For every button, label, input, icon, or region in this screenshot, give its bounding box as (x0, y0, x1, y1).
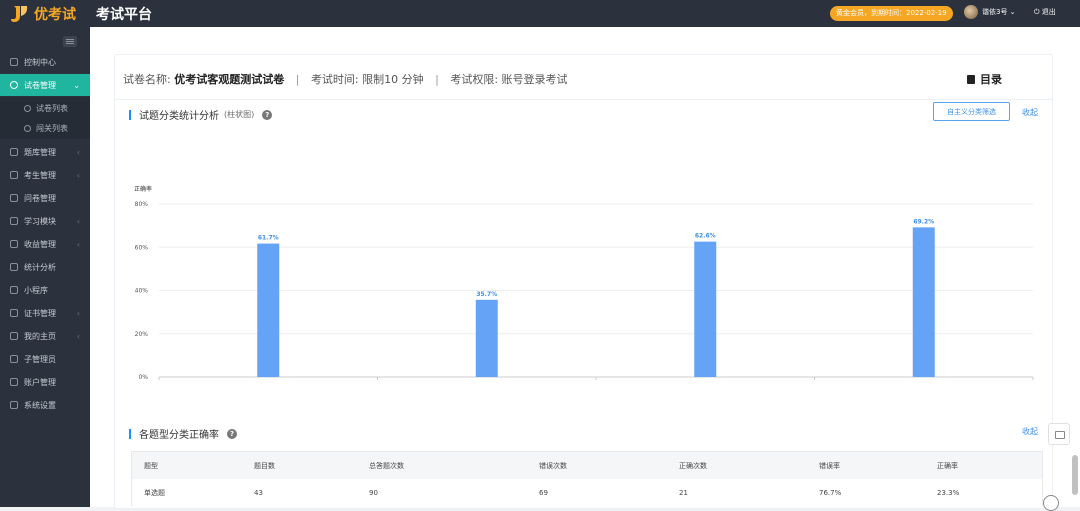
chevron-left-icon: ‹ (76, 147, 80, 157)
accuracy-table: 题型 题目数 总答题次数 错误次数 正确次数 错误率 正确率 单选题 43 90… (131, 451, 1043, 506)
sidebar-item-control[interactable]: 控制中心 (0, 51, 90, 73)
sidebar-item-exams[interactable]: 试卷管理 ⌄ (0, 74, 90, 96)
y-tick-label: 20% (135, 331, 149, 338)
exam-name: 优考试客观题测试试卷 (174, 73, 285, 86)
sidebar-item-miniapp[interactable]: 小程序 (0, 279, 90, 301)
username: 谐依3号 ⌄ (982, 8, 1016, 16)
table-header: 题型 题目数 总答题次数 错误次数 正确次数 错误率 正确率 (132, 452, 1042, 479)
chevron-left-icon: ‹ (76, 239, 80, 249)
sidebar-item-revenue[interactable]: 收益管理 ‹ (0, 233, 90, 255)
money-icon (10, 240, 18, 248)
bar-chart: 正确率0%20%40%60%80%61.7%BL测试35.7%测试2562.6%… (134, 185, 1034, 380)
sidebar-item-homepage[interactable]: 我的主页 ‹ (0, 325, 90, 347)
logo-text: 优考试 (34, 7, 76, 23)
divider (115, 99, 1052, 100)
sidebar: 控制中心 试卷管理 ⌄ 试卷列表 闯关列表 题库管理 ‹ 考生管理 ‹ 问卷管理 学习… (0, 27, 90, 507)
data-label: 35.7% (476, 291, 497, 298)
sidebar-item-students[interactable]: 考生管理 ‹ (0, 164, 90, 186)
y-tick-label: 80% (135, 201, 149, 208)
sidebar-item-surveys[interactable]: 问卷管理 (0, 187, 90, 209)
gear-icon (10, 401, 18, 409)
chevron-left-icon: ‹ (76, 216, 80, 226)
y-tick-label: 60% (135, 244, 149, 251)
video-icon (10, 217, 18, 225)
exam-name-label: 试卷名称: (123, 73, 171, 86)
admin-icon (10, 355, 18, 363)
y-axis-title: 正确率 (134, 185, 152, 193)
certificate-icon (10, 309, 18, 317)
exam-info: 试卷名称: 优考试客观题测试试卷 | 考试时间: 限制10 分钟 | 考试权限:… (123, 73, 568, 86)
shuffle-icon (24, 124, 31, 132)
bar (694, 241, 717, 377)
home-icon (10, 58, 18, 66)
chevron-left-icon: ‹ (76, 308, 80, 318)
user-menu[interactable]: 谐依3号 ⌄ (964, 5, 1016, 19)
sidebar-item-certificates[interactable]: 证书管理 ‹ (0, 302, 90, 324)
exam-time: 考试时间: 限制10 分钟 (310, 73, 424, 86)
sidebar-item-sub-admins[interactable]: 子管理员 (0, 348, 90, 370)
survey-icon (10, 194, 18, 202)
avatar (964, 5, 978, 19)
sidebar-subitem-levels[interactable]: 闯关列表 (0, 117, 90, 139)
chevron-left-icon: ‹ (76, 170, 80, 180)
bar (475, 299, 498, 377)
circle-icon (24, 104, 31, 112)
sidebar-item-question-bank[interactable]: 题库管理 ‹ (0, 141, 90, 163)
logout-button[interactable]: ⏻ 退出 (1034, 7, 1056, 17)
sidebar-item-settings[interactable]: 系统设置 (0, 394, 90, 416)
logo[interactable]: 优考试 (10, 3, 76, 25)
bar (257, 243, 280, 377)
logo-icon (10, 4, 30, 24)
vip-badge[interactable]: 黄金会员，到期时间：2022-02-19 (830, 6, 953, 21)
table-row: 单选题 43 90 69 21 76.7% 23.3% (144, 488, 960, 497)
chart-icon (10, 263, 18, 271)
sidebar-subitem-exam-list[interactable]: 试卷列表 (0, 97, 90, 119)
sidebar-item-learning[interactable]: 学习模块 ‹ (0, 210, 90, 232)
chevron-down-icon: ⌄ (73, 80, 80, 90)
menu-toggle-icon[interactable] (63, 36, 77, 47)
dollar-icon (10, 378, 18, 386)
scrollbar[interactable] (1072, 455, 1078, 495)
user-icon (10, 171, 18, 179)
help-icon[interactable]: ? (227, 428, 237, 439)
data-label: 61.7% (258, 235, 279, 242)
book-icon (967, 74, 975, 84)
chat-icon[interactable] (1048, 423, 1070, 445)
y-tick-label: 40% (135, 288, 149, 295)
section-title-question-type: 各题型分类正确率 ? (129, 426, 237, 441)
collapse-link[interactable]: 收起 (1022, 426, 1038, 437)
exam-permission: 考试权限: 账号登录考试 (450, 73, 568, 86)
report-card: 试卷名称: 优考试客观题测试试卷 | 考试时间: 限制10 分钟 | 考试权限:… (114, 54, 1053, 509)
bar (912, 227, 935, 377)
main-content: 试卷名称: 优考试客观题测试试卷 | 考试时间: 限制10 分钟 | 考试权限:… (90, 27, 1080, 509)
homepage-icon (10, 332, 18, 340)
back-to-top-icon[interactable] (1043, 495, 1059, 511)
question-icon (10, 148, 18, 156)
check-circle-icon (10, 81, 18, 89)
chevron-left-icon: ‹ (76, 331, 80, 341)
sidebar-item-account[interactable]: 账户管理 (0, 371, 90, 393)
data-label: 69.2% (913, 218, 934, 225)
sidebar-item-statistics[interactable]: 统计分析 (0, 256, 90, 278)
platform-title: 考试平台 (96, 7, 152, 23)
miniapp-icon (10, 286, 18, 294)
top-bar: 优考试 考试平台 黄金会员，到期时间：2022-02-19 谐依3号 ⌄ ⏻ 退… (0, 0, 1080, 27)
data-label: 62.6% (695, 233, 716, 240)
y-tick-label: 0% (138, 374, 148, 380)
toc-button[interactable]: 目录 (967, 71, 1002, 87)
